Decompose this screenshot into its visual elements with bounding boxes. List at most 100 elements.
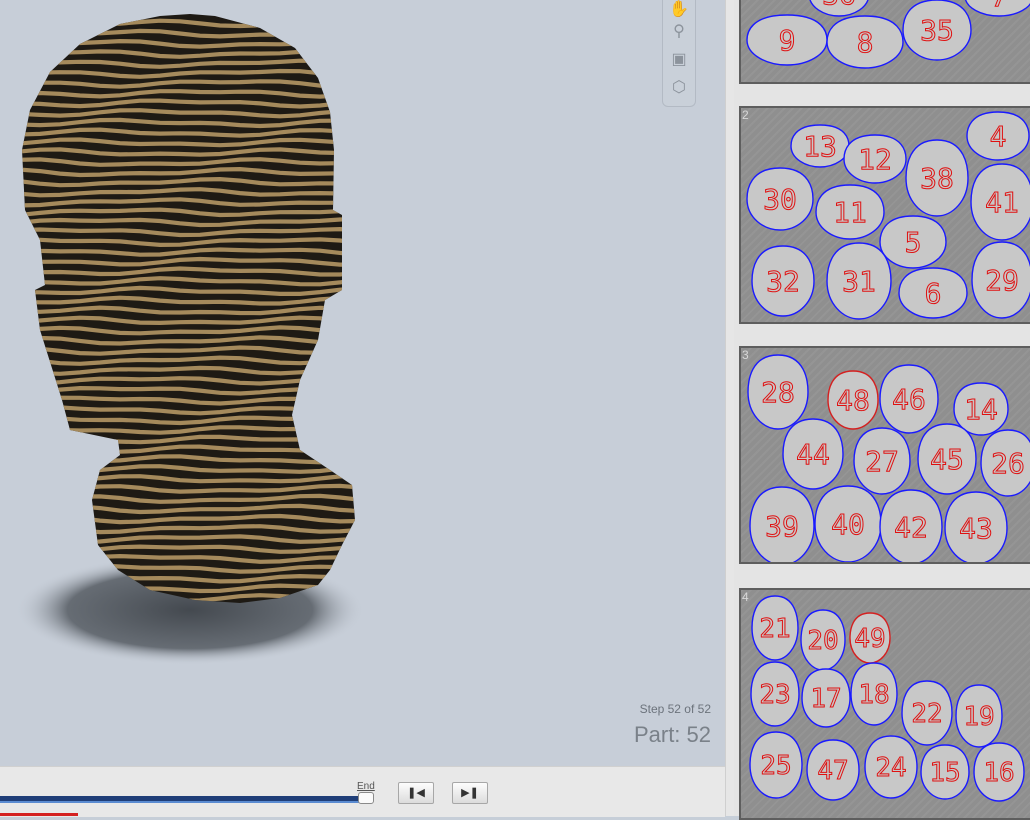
- part-number-label: 5: [905, 226, 922, 259]
- previous-step-button[interactable]: ❚◀: [398, 782, 434, 804]
- sliced-head-model[interactable]: [0, 0, 725, 766]
- timeline-track-highlight: [0, 801, 370, 803]
- nested-part[interactable]: 29: [971, 241, 1030, 319]
- part-number-label: 16: [983, 758, 1014, 788]
- part-number-label: 12: [858, 143, 892, 176]
- part-number-label: 22: [911, 699, 942, 729]
- nested-part[interactable]: 12: [843, 134, 907, 184]
- part-number-label: 27: [865, 445, 899, 478]
- nested-part[interactable]: 41: [970, 163, 1030, 241]
- nested-part[interactable]: 27: [853, 427, 911, 495]
- skip-forward-icon: ▶❚: [461, 787, 479, 799]
- nested-part[interactable]: 22: [901, 680, 953, 746]
- nested-part[interactable]: 24: [864, 735, 918, 799]
- nested-part[interactable]: 21: [751, 595, 799, 661]
- part-number-label: 44: [796, 438, 830, 471]
- nested-part[interactable]: 7: [964, 0, 1030, 17]
- nested-part[interactable]: 32: [751, 245, 815, 317]
- nested-part[interactable]: 48: [827, 370, 879, 430]
- part-number-label: 28: [761, 376, 795, 409]
- part-number-label: 4: [990, 120, 1007, 153]
- part-number-label: 26: [991, 447, 1025, 480]
- next-step-button[interactable]: ▶❚: [452, 782, 488, 804]
- nested-part[interactable]: 19: [955, 684, 1003, 748]
- part-number-label: 36: [822, 0, 856, 11]
- nested-part[interactable]: 17: [801, 668, 851, 728]
- view-cube-icon[interactable]: ⬡: [669, 78, 689, 98]
- part-number-label: 32: [766, 265, 800, 298]
- part-number-label: 19: [963, 702, 994, 732]
- nested-part[interactable]: 23: [750, 661, 800, 727]
- nested-part[interactable]: 25: [749, 731, 803, 799]
- nested-part[interactable]: 28: [747, 354, 809, 430]
- assembly-timeline: End ❚◀ ▶❚: [0, 766, 725, 817]
- nested-part[interactable]: 4: [966, 111, 1030, 161]
- cutting-sheet[interactable]: 4 21 20 49 23 17 18 22 19 25 47 24 15 16: [739, 588, 1030, 820]
- nested-part[interactable]: 38: [905, 139, 969, 217]
- part-counter: Part: 52: [633, 722, 711, 747]
- part-number-label: 49: [854, 624, 885, 654]
- part-number-label: 15: [929, 758, 960, 788]
- part-number-label: 29: [985, 264, 1019, 297]
- nested-part[interactable]: 9: [746, 14, 828, 66]
- part-number-label: 14: [964, 393, 998, 426]
- nested-part[interactable]: 26: [980, 429, 1030, 497]
- part-number-label: 42: [894, 511, 928, 544]
- view-toolstrip: ✋ ⚲ ▣ ⬡: [662, 0, 696, 107]
- 3d-viewport[interactable]: ✋ ⚲ ▣ ⬡ Step 52 of 52 Part: 52: [0, 0, 725, 766]
- nested-part[interactable]: 36: [809, 0, 869, 17]
- zoom-icon[interactable]: ⚲: [669, 22, 689, 42]
- part-number-label: 24: [875, 753, 906, 783]
- part-number-label: 35: [920, 14, 954, 47]
- panel-divider[interactable]: [725, 0, 734, 816]
- nested-part[interactable]: 49: [849, 612, 891, 664]
- part-number-label: 40: [831, 508, 865, 541]
- part-number-label: 6: [925, 277, 942, 310]
- fit-icon[interactable]: ▣: [669, 50, 689, 70]
- nested-part[interactable]: 47: [806, 739, 860, 801]
- nested-part[interactable]: 6: [898, 267, 968, 319]
- part-number-label: 38: [920, 162, 954, 195]
- part-number-label: 45: [930, 443, 964, 476]
- part-number-label: 39: [765, 510, 799, 543]
- nested-part[interactable]: 11: [815, 184, 885, 240]
- nested-part[interactable]: 40: [814, 485, 882, 562]
- nested-part[interactable]: 30: [746, 167, 814, 231]
- nested-part[interactable]: 18: [850, 662, 898, 726]
- part-number-label: 7: [991, 0, 1008, 13]
- part-number-label: 46: [892, 383, 926, 416]
- nested-part[interactable]: 35: [902, 0, 972, 61]
- skip-back-icon: ❚◀: [407, 787, 425, 799]
- cutting-sheet[interactable]: 3 28 48 46 14 44 27 45 26 39 40 42 43: [739, 346, 1030, 564]
- part-number-label: 18: [858, 680, 889, 710]
- part-number-label: 23: [759, 680, 790, 710]
- part-number-label: 43: [959, 512, 993, 545]
- part-number-label: 8: [857, 26, 874, 59]
- nested-part[interactable]: 16: [973, 742, 1025, 802]
- nested-part[interactable]: 13: [790, 124, 850, 168]
- nested-part[interactable]: 8: [826, 15, 904, 69]
- cutting-sheet[interactable]: 36 9 8 35 7: [739, 0, 1030, 84]
- nested-part[interactable]: 44: [782, 418, 844, 490]
- part-number-label: 30: [763, 183, 797, 216]
- nested-part[interactable]: 46: [879, 364, 939, 434]
- part-number-label: 47: [817, 756, 848, 786]
- nested-part[interactable]: 31: [826, 242, 892, 320]
- nested-part[interactable]: 15: [920, 744, 970, 800]
- cutting-sheet[interactable]: 2 13 12 38 4 30 11 41 5 32 31 6 29: [739, 106, 1030, 324]
- nested-part[interactable]: 42: [879, 489, 943, 562]
- part-number-label: 20: [807, 626, 838, 656]
- part-number-label: 21: [759, 614, 790, 644]
- part-number-label: 41: [985, 186, 1019, 219]
- nested-part[interactable]: 43: [944, 491, 1008, 562]
- timeline-slider-handle[interactable]: [358, 792, 374, 804]
- part-number-label: 17: [810, 684, 841, 714]
- nested-part[interactable]: 5: [879, 215, 947, 269]
- part-number-label: 11: [833, 196, 867, 229]
- nested-part[interactable]: 39: [749, 486, 815, 562]
- cutting-sheets-panel[interactable]: 3698357 2 131238430114153231629 3 284846…: [734, 0, 1030, 820]
- step-counter: Step 52 of 52: [639, 702, 711, 716]
- nested-part[interactable]: 45: [917, 423, 977, 495]
- nested-part[interactable]: 20: [800, 609, 846, 671]
- hand-icon[interactable]: ✋: [669, 0, 689, 20]
